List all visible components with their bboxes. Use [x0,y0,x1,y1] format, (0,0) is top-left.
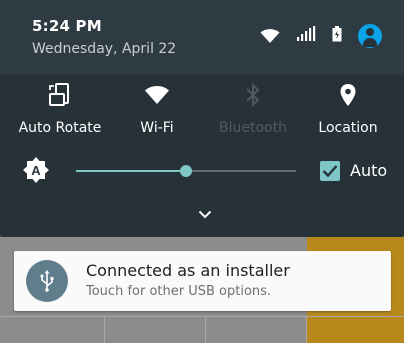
brightness-row: A Auto [0,150,404,190]
tile-location[interactable]: Location [303,82,393,136]
brightness-slider-fill [76,170,186,172]
auto-rotate-icon [15,82,105,108]
quick-settings-tiles: Auto Rotate Wi-Fi Bluetooth Location [0,82,404,142]
account-icon[interactable] [358,24,382,48]
wifi-icon [260,28,280,44]
wifi-icon [112,82,202,108]
brightness-slider-thumb[interactable] [180,165,192,177]
brightness-auto-icon: A [22,156,50,184]
status-header[interactable]: 5:24 PM Wednesday, April 22 [0,0,404,74]
svg-text:A: A [31,163,41,178]
notification-shade: 5:24 PM Wednesday, April 22 Auto Rotate … [0,0,404,237]
usb-icon [26,260,68,302]
usb-notification[interactable]: Connected as an installer Touch for othe… [14,251,391,311]
background-divider [0,316,404,317]
tile-wifi[interactable]: Wi-Fi [112,82,202,136]
clock-time: 5:24 PM [32,17,102,35]
location-icon [303,82,393,108]
status-icons [260,24,382,48]
signal-icon [296,26,316,46]
chevron-down-icon[interactable] [195,207,215,221]
tile-label: Location [318,120,378,136]
notification-title: Connected as an installer [86,261,290,280]
auto-brightness-label: Auto [350,161,388,180]
tile-auto-rotate[interactable]: Auto Rotate [15,82,105,136]
tile-label: Bluetooth [219,120,287,136]
notification-text: Touch for other USB options. [86,284,272,299]
tile-bluetooth[interactable]: Bluetooth [208,82,298,136]
tile-label: Auto Rotate [18,120,102,136]
tile-label: Wi-Fi [140,120,174,136]
background-divider [306,316,307,343]
date-label[interactable]: Wednesday, April 22 [32,41,176,57]
battery-icon [332,26,342,46]
background-divider [104,316,105,343]
background-divider [205,316,206,343]
auto-brightness-checkbox[interactable] [320,161,340,181]
bluetooth-icon [208,82,298,108]
